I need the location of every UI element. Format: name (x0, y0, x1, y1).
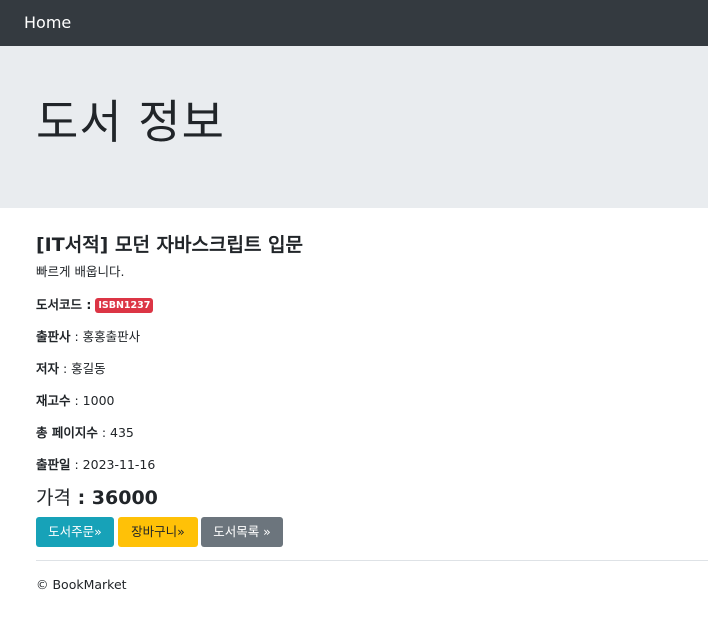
stock-value: : 1000 (70, 393, 115, 408)
publisher-label: 출판사 (36, 329, 71, 344)
stock-label: 재고수 (36, 393, 71, 408)
book-list-button[interactable]: 도서목록 » (201, 517, 283, 547)
release-date-value: : 2023-11-16 (70, 457, 156, 472)
author-value: : 홍길동 (59, 361, 106, 376)
price-label: 가격 (36, 487, 71, 509)
cart-button[interactable]: 장바구니» (118, 517, 198, 547)
publisher-row: 출판사 : 홍홍출판사 (36, 328, 140, 346)
book-code-row: 도서코드 : ISBN1237 (36, 296, 154, 314)
price-row: 가격 : 36000 (36, 485, 158, 511)
total-pages-value: : 435 (97, 425, 134, 440)
book-code-badge: ISBN1237 (95, 298, 154, 313)
release-date-label: 출판일 (36, 457, 71, 472)
book-description: 빠르게 배웁니다. (36, 264, 125, 279)
author-label: 저자 (36, 361, 60, 376)
price-value: : 36000 (70, 487, 158, 509)
author-row: 저자 : 홍길동 (36, 360, 106, 378)
footer-copyright: © BookMarket (36, 577, 127, 592)
stock-row: 재고수 : 1000 (36, 392, 115, 410)
page-header: 도서 정보 (0, 46, 708, 208)
nav-home-link[interactable]: Home (24, 13, 71, 33)
total-pages-row: 총 페이지수 : 435 (36, 424, 134, 442)
footer-divider (36, 560, 708, 561)
book-title: [IT서적] 모던 자바스크립트 입문 (36, 234, 304, 256)
release-date-row: 출판일 : 2023-11-16 (36, 456, 155, 474)
book-code-label: 도서코드 : (36, 297, 92, 312)
page-title: 도서 정보 (36, 95, 225, 149)
total-pages-label: 총 페이지수 (36, 425, 98, 440)
publisher-value: : 홍홍출판사 (70, 329, 141, 344)
top-navbar: Home (0, 0, 708, 46)
book-detail: [IT서적] 모던 자바스크립트 입문 빠르게 배웁니다. 도서코드 : ISB… (36, 230, 696, 547)
order-book-button[interactable]: 도서주문» (36, 517, 114, 547)
